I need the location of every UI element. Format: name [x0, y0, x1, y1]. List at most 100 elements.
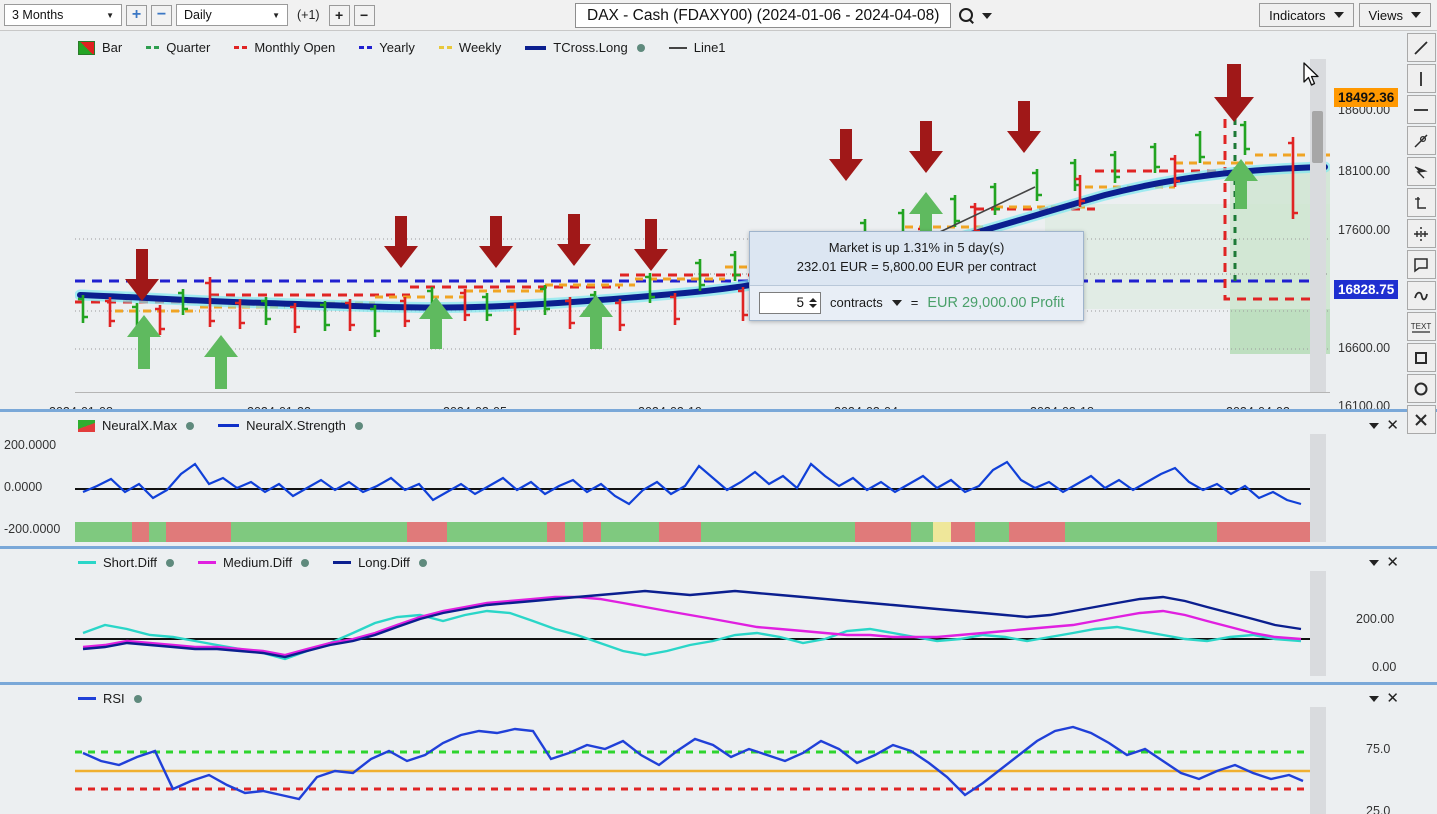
neuralx-y-axis: 200.0000 0.0000 -200.0000	[4, 434, 76, 544]
legend-item-line1[interactable]: Line1	[668, 40, 726, 55]
dashed-line-icon	[438, 46, 452, 49]
text-icon[interactable]: TEXT	[1406, 312, 1436, 341]
bar-swatch-icon	[78, 40, 95, 55]
legend-label: Bar	[102, 40, 123, 55]
fibonacci-icon[interactable]	[1406, 188, 1436, 217]
rsi-plot[interactable]	[75, 707, 1310, 814]
legend-item-neuralx-strength[interactable]: NeuralX.Strength	[218, 418, 363, 433]
rsi-scroll-track[interactable]	[1310, 707, 1326, 814]
diff-scroll-track[interactable]	[1310, 571, 1326, 676]
range-select-value: 3 Months	[12, 8, 64, 22]
rsi-panel-controls: ✕	[1369, 691, 1399, 706]
neuralx-plot[interactable]	[75, 434, 1310, 542]
chevron-down-icon[interactable]	[982, 12, 993, 19]
legend-label: NeuralX.Strength	[246, 418, 346, 433]
y-tick: 0.00	[1372, 660, 1397, 674]
contracts-stepper[interactable]: 5	[759, 291, 821, 314]
legend-item-tcross-long[interactable]: TCross.Long	[525, 40, 645, 55]
indicators-button[interactable]: Indicators	[1259, 3, 1354, 27]
ellipse-icon[interactable]	[1406, 374, 1436, 403]
legend-item-bar[interactable]: Bar	[78, 40, 122, 55]
offset-label: (+1)	[297, 8, 320, 22]
rsi-y-axis: 75.0 25.0	[1334, 707, 1424, 814]
settings-dot-icon[interactable]	[186, 421, 195, 430]
range-minus-button[interactable]: −	[151, 4, 172, 26]
legend-label: Short.Diff	[103, 555, 157, 570]
settings-dot-icon[interactable]	[301, 558, 310, 567]
y-tick: 200.0000	[4, 438, 57, 452]
legend-item-yearly[interactable]: Yearly	[359, 40, 415, 55]
chevron-down-icon: ▼	[272, 10, 280, 20]
crosshair-icon[interactable]	[1406, 219, 1436, 248]
legend-label: Yearly	[379, 40, 415, 55]
settings-dot-icon[interactable]	[636, 43, 645, 52]
callout-icon[interactable]	[1406, 250, 1436, 279]
indicators-label: Indicators	[1269, 7, 1326, 23]
interval-select[interactable]: Daily ▼	[176, 4, 288, 26]
symbol-title[interactable]: DAX - Cash (FDAXY00) (2024-01-06 - 2024-…	[575, 3, 952, 28]
range-plus-button[interactable]: +	[126, 4, 147, 26]
legend-item-medium-diff[interactable]: Medium.Diff	[197, 555, 310, 570]
vertical-line-icon[interactable]	[1406, 64, 1436, 93]
settings-dot-icon[interactable]	[133, 694, 142, 703]
legend-item-monthly-open[interactable]: Monthly Open	[234, 40, 335, 55]
chevron-down-icon	[1411, 12, 1421, 18]
close-icon[interactable]: ✕	[1386, 555, 1399, 570]
stepper-arrows-icon[interactable]	[809, 297, 817, 308]
delete-icon[interactable]	[1406, 405, 1436, 434]
offset-plus-button[interactable]: +	[328, 4, 350, 26]
range-select[interactable]: 3 Months ▼	[4, 4, 122, 26]
dashed-line-icon	[359, 46, 373, 49]
diff-panel-controls: ✕	[1369, 555, 1399, 570]
tooltip-controls: 5 contracts = EUR 29,000.00 Profit	[750, 284, 1083, 320]
curve-icon[interactable]	[1406, 281, 1436, 310]
arrow-icon[interactable]	[1406, 157, 1436, 186]
legend-item-weekly[interactable]: Weekly	[438, 40, 502, 55]
chevron-down-icon: ▼	[106, 10, 114, 20]
legend-label: Weekly	[458, 40, 502, 55]
legend-item-rsi[interactable]: RSI	[78, 691, 142, 706]
legend-item-short-diff[interactable]: Short.Diff	[78, 555, 174, 570]
settings-dot-icon[interactable]	[418, 558, 427, 567]
chevron-down-icon[interactable]	[1369, 695, 1380, 702]
close-icon[interactable]: ✕	[1386, 418, 1399, 433]
horizontal-line-icon[interactable]	[1406, 95, 1436, 124]
main-chart-plot[interactable]	[75, 59, 1330, 392]
legend-label: RSI	[103, 691, 125, 706]
price-tick: 16600.00	[1338, 341, 1391, 355]
main-chart-scroll-thumb[interactable]	[1312, 111, 1323, 163]
chevron-down-icon[interactable]	[1369, 422, 1380, 429]
solid-line-icon	[218, 424, 240, 427]
solid-line-icon	[668, 46, 687, 49]
main-chart-svg	[75, 59, 1330, 392]
ray-icon[interactable]	[1406, 126, 1436, 155]
tooltip-line-2: 232.01 EUR = 5,800.00 EUR per contract	[796, 258, 1037, 274]
views-button[interactable]: Views	[1358, 3, 1431, 27]
legend-item-neuralx-max[interactable]: NeuralX.Max	[78, 418, 195, 433]
search-icon[interactable]	[958, 7, 975, 24]
y-tick: -200.0000	[4, 522, 61, 536]
diff-legend: Short.Diff Medium.Diff Long.Diff	[78, 555, 427, 570]
legend-item-long-diff[interactable]: Long.Diff	[333, 555, 427, 570]
rectangle-icon[interactable]	[1406, 343, 1436, 372]
neuralx-swatch-icon	[78, 419, 95, 432]
offset-minus-button[interactable]: −	[353, 4, 375, 26]
settings-dot-icon[interactable]	[165, 558, 174, 567]
chevron-down-icon[interactable]	[1369, 559, 1380, 566]
interval-select-value: Daily	[184, 8, 212, 22]
chevron-down-icon[interactable]	[891, 299, 902, 306]
neuralx-scroll-track[interactable]	[1310, 434, 1326, 542]
symbol-title-group: DAX - Cash (FDAXY00) (2024-01-06 - 2024-…	[575, 3, 993, 28]
main-chart-scroll-track[interactable]	[1310, 59, 1326, 392]
profit-value: EUR 29,000.00 Profit	[927, 294, 1065, 311]
trendline-icon[interactable]	[1406, 33, 1436, 62]
dashed-line-icon	[146, 46, 160, 49]
tooltip-text-group: Market is up 1.31% in 5 day(s) 232.01 EU…	[750, 232, 1083, 285]
close-icon[interactable]: ✕	[1386, 691, 1399, 706]
legend-item-quarter[interactable]: Quarter	[146, 40, 210, 55]
diff-plot[interactable]	[75, 571, 1310, 676]
y-tick: 25.0	[1366, 804, 1391, 814]
market-tooltip[interactable]: Market is up 1.31% in 5 day(s) 232.01 EU…	[749, 231, 1084, 321]
settings-dot-icon[interactable]	[354, 421, 363, 430]
main-chart-panel: Bar Quarter Monthly Open Yearly Weekly T…	[0, 31, 1437, 409]
